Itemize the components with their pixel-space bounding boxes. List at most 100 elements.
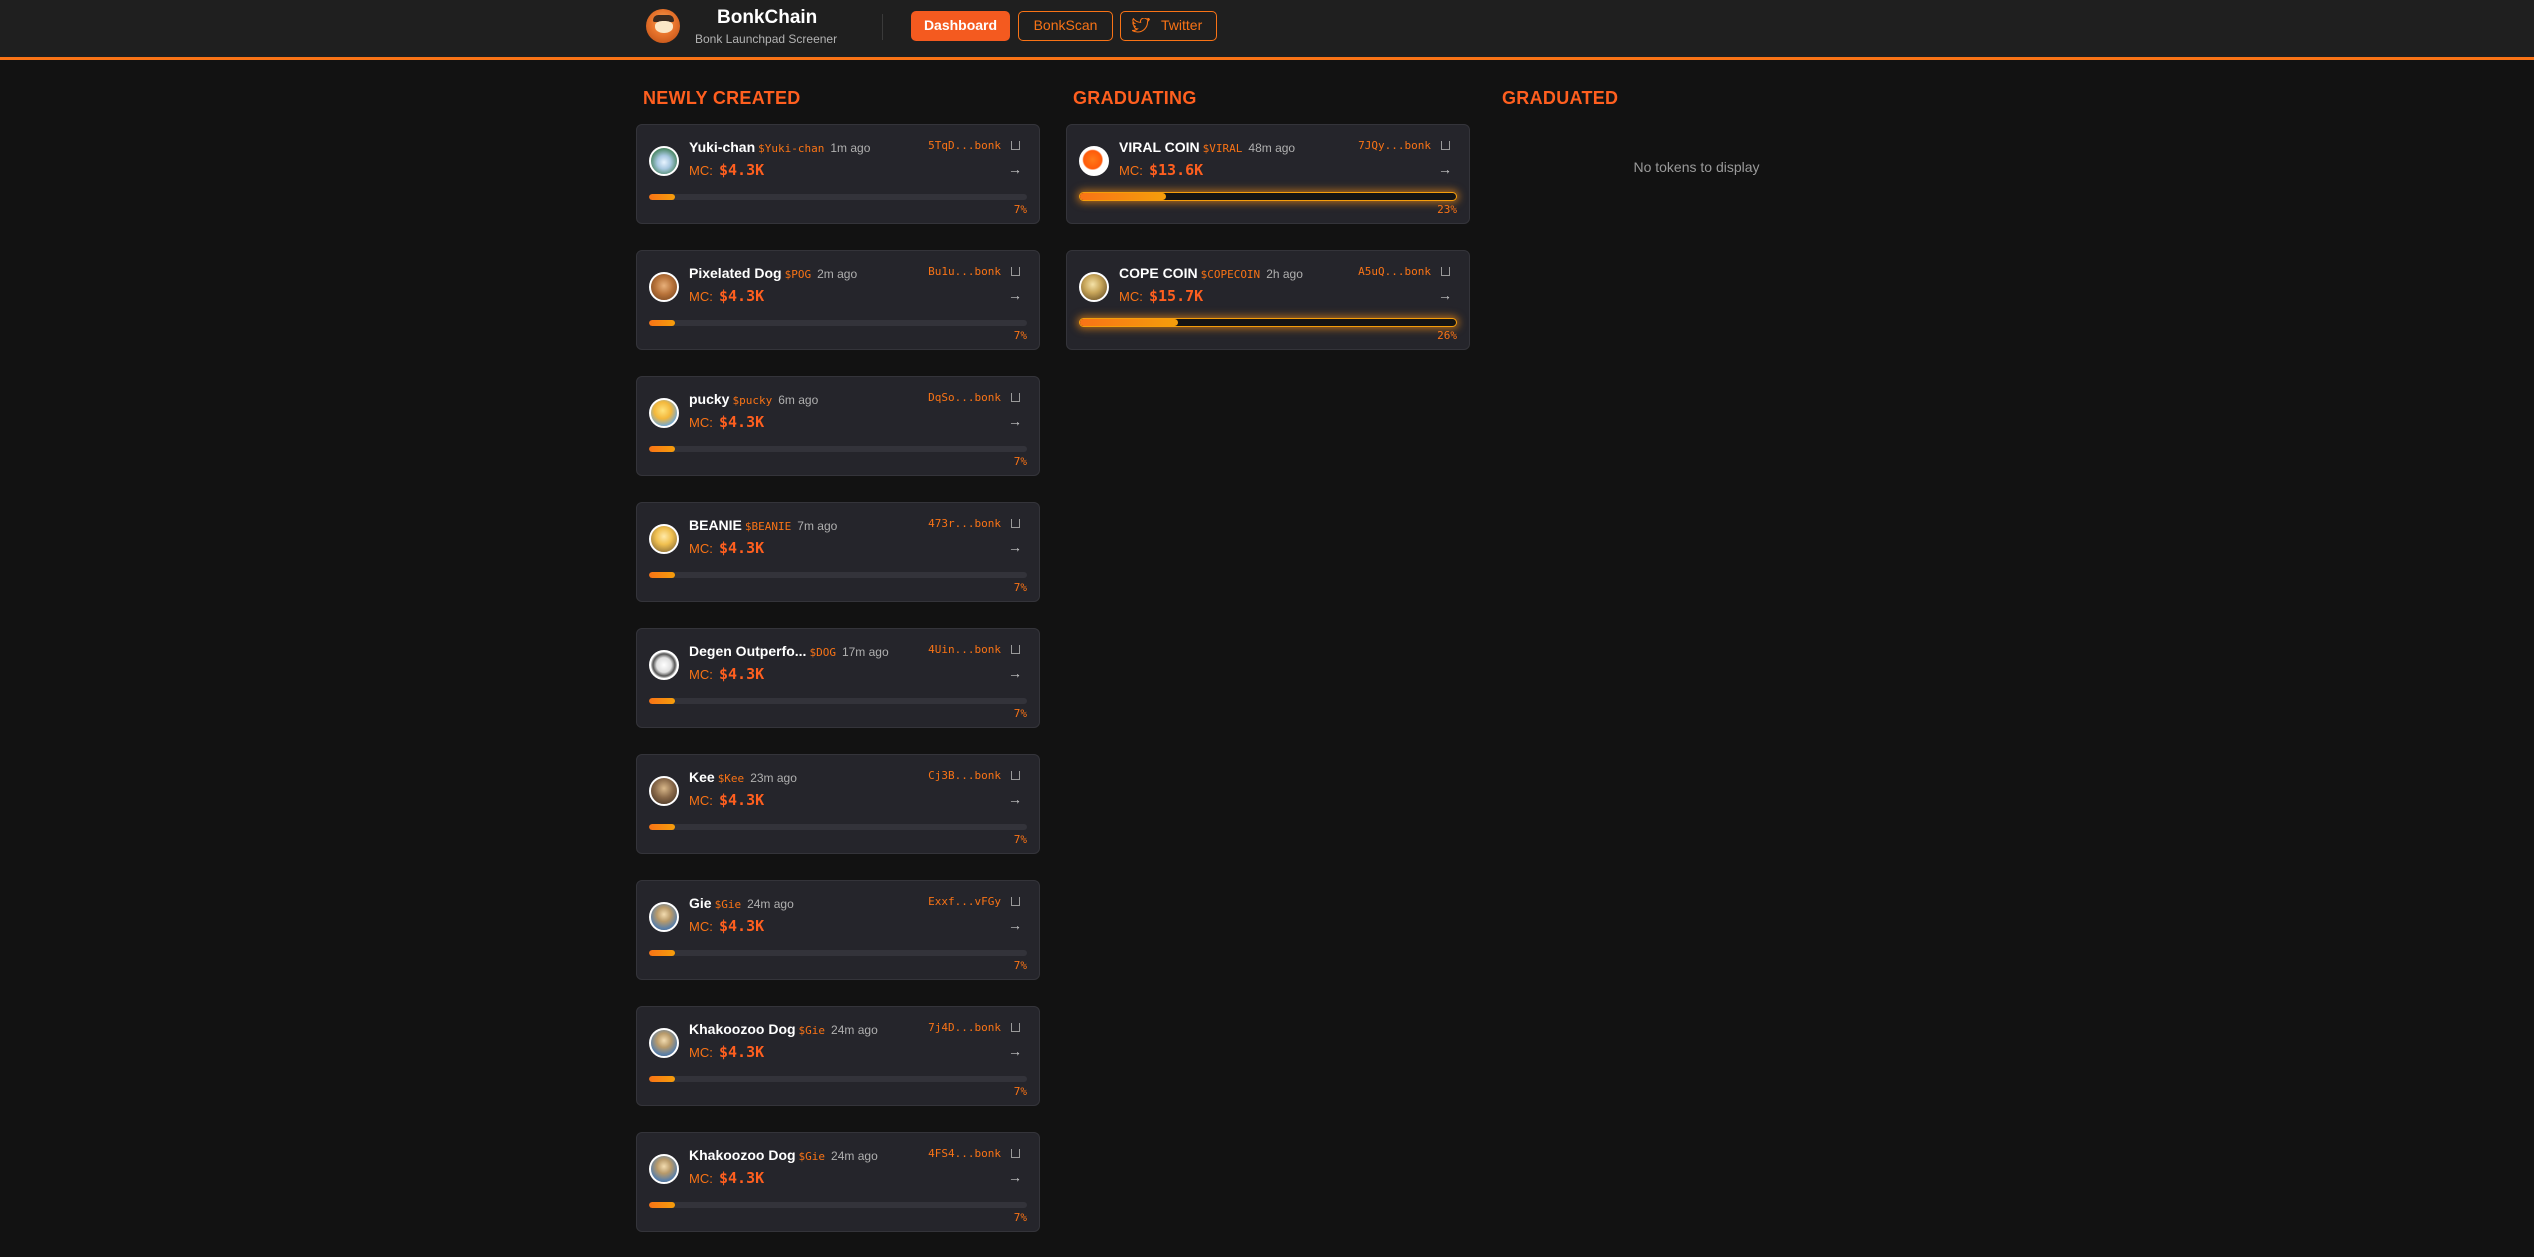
token-address[interactable]: DqSo...bonk (928, 391, 1001, 404)
brand-title[interactable]: BonkChain (717, 7, 817, 29)
bonding-progress-bar (649, 572, 1027, 578)
token-address[interactable]: Bu1u...bonk (928, 265, 1001, 278)
graduating-token-card[interactable]: VIRAL COIN $VIRAL 48m ago MC: $13.6K 7JQy...b… (1066, 124, 1470, 224)
token-age: 24m ago (747, 897, 794, 911)
bonding-progress-percent: 7% (1013, 455, 1027, 468)
token-age: 24m ago (831, 1149, 878, 1163)
token-ticker: $Gie (714, 898, 742, 911)
copy-address-icon[interactable] (1441, 141, 1450, 150)
market-cap-value: $4.3K (719, 413, 765, 431)
newly-created-token-card[interactable]: Khakoozoo Dog $Gie 24m ago MC: $4.3K 7j4D...b… (636, 1006, 1040, 1106)
token-ticker: $POG (784, 268, 812, 281)
token-name-line: Khakoozoo Dog $Gie 24m ago (689, 1021, 878, 1037)
token-ticker: $Gie (798, 1024, 826, 1037)
token-address[interactable]: 7j4D...bonk (928, 1021, 1001, 1034)
copy-address-icon[interactable] (1011, 519, 1020, 528)
token-name-line: COPE COIN $COPECOIN 2h ago (1119, 265, 1303, 281)
open-token-arrow-icon[interactable]: → (1008, 918, 1022, 932)
copy-address-icon[interactable] (1011, 267, 1020, 276)
token-address[interactable]: 4FS4...bonk (928, 1147, 1001, 1160)
newly-created-token-card[interactable]: pucky $pucky 6m ago MC: $4.3K DqSo...bonk → 7% (636, 376, 1040, 476)
market-cap-value: $4.3K (719, 539, 765, 557)
market-cap-label: MC: (689, 163, 713, 178)
newly-created-token-card[interactable]: Pixelated Dog $POG 2m ago MC: $4.3K Bu1u...bo… (636, 250, 1040, 350)
token-address[interactable]: Cj3B...bonk (928, 769, 1001, 782)
nav-twitter-button[interactable]: Twitter (1120, 11, 1217, 41)
token-name[interactable]: Yuki-chan (689, 139, 755, 155)
open-token-arrow-icon[interactable]: → (1438, 288, 1452, 302)
token-age: 48m ago (1248, 141, 1296, 155)
copy-address-icon[interactable] (1011, 1149, 1020, 1158)
token-name[interactable]: Gie (689, 895, 712, 911)
token-avatar (649, 1028, 679, 1058)
token-name[interactable]: BEANIE (689, 517, 742, 533)
token-name-line: Kee $Kee 23m ago (689, 769, 797, 785)
token-address[interactable]: 473r...bonk (928, 517, 1001, 530)
newly-created-token-card[interactable]: BEANIE $BEANIE 7m ago MC: $4.3K 473r...bonk → 7… (636, 502, 1040, 602)
bonkchain-logo[interactable] (646, 9, 680, 43)
nav-dashboard-button[interactable]: Dashboard (911, 11, 1010, 41)
market-cap-value: $4.3K (719, 665, 765, 683)
bonding-progress-percent: 7% (1013, 1211, 1027, 1224)
open-token-arrow-icon[interactable]: → (1008, 414, 1022, 428)
newly-created-token-card[interactable]: Degen Outperfo... $DOG 17m ago MC: $4.3K 4Uin… (636, 628, 1040, 728)
newly-created-token-card[interactable]: Khakoozoo Dog $Gie 24m ago MC: $4.3K 4FS4...b… (636, 1132, 1040, 1232)
bonding-progress-fill (1080, 319, 1178, 326)
token-address[interactable]: 5TqD...bonk (928, 139, 1001, 152)
bonding-progress-fill (649, 1076, 676, 1082)
bonding-progress-fill (649, 1202, 676, 1208)
open-token-arrow-icon[interactable]: → (1008, 288, 1022, 302)
token-name-line: Yuki-chan $Yuki-chan 1m ago (689, 139, 870, 155)
open-token-arrow-icon[interactable]: → (1008, 162, 1022, 176)
open-token-arrow-icon[interactable]: → (1008, 1044, 1022, 1058)
token-ticker: $BEANIE (744, 520, 792, 533)
token-avatar (649, 776, 679, 806)
bonding-progress-percent: 7% (1013, 833, 1027, 846)
graduating-token-card[interactable]: COPE COIN $COPECOIN 2h ago MC: $15.7K A5uQ...… (1066, 250, 1470, 350)
copy-address-icon[interactable] (1011, 645, 1020, 654)
token-address[interactable]: 7JQy...bonk (1358, 139, 1431, 152)
token-address[interactable]: A5uQ...bonk (1358, 265, 1431, 278)
bonding-progress-bar (1079, 318, 1457, 327)
copy-address-icon[interactable] (1011, 1023, 1020, 1032)
token-name[interactable]: Khakoozoo Dog (689, 1021, 796, 1037)
token-address[interactable]: Exxf...vFGy (928, 895, 1001, 908)
token-ticker: $VIRAL (1202, 142, 1243, 155)
token-ticker: $COPECOIN (1200, 268, 1261, 281)
open-token-arrow-icon[interactable]: → (1438, 162, 1452, 176)
open-token-arrow-icon[interactable]: → (1008, 666, 1022, 680)
copy-address-icon[interactable] (1011, 393, 1020, 402)
newly-created-token-card[interactable]: Kee $Kee 23m ago MC: $4.3K Cj3B...bonk → 7% (636, 754, 1040, 854)
bonding-progress-fill (1080, 193, 1167, 200)
market-cap-value: $4.3K (719, 161, 765, 179)
open-token-arrow-icon[interactable]: → (1008, 792, 1022, 806)
token-age: 17m ago (841, 645, 889, 659)
token-name[interactable]: COPE COIN (1119, 265, 1198, 281)
token-name[interactable]: Kee (689, 769, 715, 785)
bonding-progress-fill (649, 446, 676, 452)
token-name[interactable]: Degen Outperfo... (689, 643, 806, 659)
header-divider (882, 14, 883, 40)
token-avatar (1079, 272, 1109, 302)
token-name-line: Degen Outperfo... $DOG 17m ago (689, 643, 889, 659)
nav-bonkscan-button[interactable]: BonkScan (1018, 11, 1113, 41)
open-token-arrow-icon[interactable]: → (1008, 1170, 1022, 1184)
token-age: 7m ago (797, 519, 838, 533)
token-name[interactable]: Pixelated Dog (689, 265, 782, 281)
token-avatar (649, 272, 679, 302)
bonding-progress-fill (649, 824, 676, 830)
copy-address-icon[interactable] (1011, 771, 1020, 780)
open-token-arrow-icon[interactable]: → (1008, 540, 1022, 554)
bonding-progress-fill (649, 950, 676, 956)
token-name[interactable]: pucky (689, 391, 729, 407)
copy-address-icon[interactable] (1441, 267, 1450, 276)
newly-created-token-card[interactable]: Gie $Gie 24m ago MC: $4.3K Exxf...vFGy → 7% (636, 880, 1040, 980)
token-age: 24m ago (831, 1023, 878, 1037)
token-address[interactable]: 4Uin...bonk (928, 643, 1001, 656)
market-cap-value: $13.6K (1149, 161, 1204, 179)
copy-address-icon[interactable] (1011, 141, 1020, 150)
token-name[interactable]: Khakoozoo Dog (689, 1147, 796, 1163)
token-name[interactable]: VIRAL COIN (1119, 139, 1200, 155)
newly-created-token-card[interactable]: Yuki-chan $Yuki-chan 1m ago MC: $4.3K 5TqD...… (636, 124, 1040, 224)
copy-address-icon[interactable] (1011, 897, 1020, 906)
